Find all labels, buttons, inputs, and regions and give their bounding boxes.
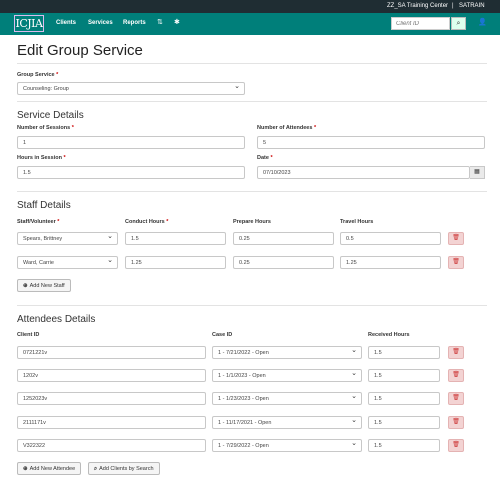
add-attendee-button[interactable]: ⊕ Add New Attendee [17, 462, 82, 475]
date-input[interactable]: 07/10/2023 [257, 166, 470, 179]
client-id-input[interactable]: 2111171v [17, 416, 206, 429]
page-title: Edit Group Service [17, 42, 143, 59]
add-staff-button[interactable]: ⊕ Add New Staff [17, 279, 71, 292]
add-clients-by-search-button[interactable]: ⌕ Add Clients by Search [88, 462, 160, 475]
user-icon[interactable]: 👤 [478, 18, 487, 26]
prepare-hours-input[interactable]: 0.25 [233, 256, 334, 269]
conduct-hours-header: Conduct Hours * [125, 219, 169, 225]
attendees-label: Number of Attendees * [257, 125, 317, 131]
hours-label: Hours in Session * [17, 155, 66, 161]
group-service-label: Group Service * [17, 72, 59, 78]
gear-icon[interactable]: ✱ [174, 18, 180, 26]
date-label: Date * [257, 155, 273, 161]
trash-icon[interactable]: 🗑 [448, 346, 464, 359]
trash-icon[interactable]: 🗑 [448, 369, 464, 382]
prepare-hours-header: Prepare Hours [233, 219, 271, 225]
travel-hours-input[interactable]: 0.5 [340, 232, 441, 245]
staff-details-heading: Staff Details [17, 200, 71, 211]
case-id-select[interactable]: 1 - 7/29/2022 - Open [212, 439, 362, 452]
divider [17, 191, 487, 192]
attendees-details-heading: Attendees Details [17, 314, 96, 325]
trash-icon[interactable]: 🗑 [448, 256, 464, 269]
search-icon[interactable]: ⌕ [451, 17, 466, 30]
group-service-select[interactable]: Counseling: Group [17, 82, 245, 95]
search-icon: ⌕ [94, 466, 98, 472]
divider [17, 63, 487, 64]
staff-column-header: Staff/Volunteer * [17, 219, 60, 225]
travel-hours-input[interactable]: 1.25 [340, 256, 441, 269]
top-bar: ZZ_SA Training Center | SATRAIN [0, 0, 500, 13]
trash-icon[interactable]: 🗑 [448, 232, 464, 245]
username: SATRAIN [459, 3, 485, 9]
client-id-input[interactable]: V322322 [17, 439, 206, 452]
conduct-hours-input[interactable]: 1.25 [125, 256, 226, 269]
plus-icon: ⊕ [23, 466, 28, 472]
case-id-header: Case ID [212, 332, 233, 338]
case-id-select[interactable]: 1 - 1/1/2023 - Open [212, 369, 362, 382]
calendar-icon[interactable]: ▦ [470, 166, 485, 179]
case-id-select[interactable]: 1 - 1/23/2023 - Open [212, 392, 362, 405]
case-id-select[interactable]: 1 - 7/21/2022 - Open [212, 346, 362, 359]
plus-icon: ⊕ [23, 283, 28, 289]
nav-services[interactable]: Services [88, 20, 113, 26]
staff-select[interactable]: Spears, Brittney [17, 232, 118, 245]
divider [17, 101, 487, 102]
received-hours-input[interactable]: 1.5 [368, 392, 440, 405]
client-id-input[interactable]: 1252023v [17, 392, 206, 405]
sort-icon[interactable]: ⇅ [157, 18, 163, 26]
organization-name: ZZ_SA Training Center [387, 3, 449, 9]
nav-reports[interactable]: Reports [123, 20, 146, 26]
trash-icon[interactable]: 🗑 [448, 416, 464, 429]
received-hours-input[interactable]: 1.5 [368, 439, 440, 452]
sessions-label: Number of Sessions * [17, 125, 74, 131]
logo[interactable]: ICJIA [14, 15, 44, 32]
received-hours-input[interactable]: 1.5 [368, 369, 440, 382]
staff-select[interactable]: Ward, Carrie [17, 256, 118, 269]
main-nav: ICJIA Clients Services Reports ⇅ ✱ ⌕ 👤 [0, 13, 500, 35]
client-id-header: Client ID [17, 332, 40, 338]
client-id-input[interactable]: 1202v [17, 369, 206, 382]
attendees-input[interactable]: 5 [257, 136, 485, 149]
conduct-hours-input[interactable]: 1.5 [125, 232, 226, 245]
trash-icon[interactable]: 🗑 [448, 392, 464, 405]
client-id-input[interactable]: 0721221v [17, 346, 206, 359]
sessions-input[interactable]: 1 [17, 136, 245, 149]
hours-input[interactable]: 1.5 [17, 166, 245, 179]
prepare-hours-input[interactable]: 0.25 [233, 232, 334, 245]
divider [17, 305, 487, 306]
service-details-heading: Service Details [17, 110, 84, 121]
topbar-separator: | [452, 3, 454, 9]
case-id-select[interactable]: 1 - 11/17/2021 - Open [212, 416, 362, 429]
received-hours-header: Received Hours [368, 332, 410, 338]
nav-clients[interactable]: Clients [56, 20, 76, 26]
trash-icon[interactable]: 🗑 [448, 439, 464, 452]
received-hours-input[interactable]: 1.5 [368, 346, 440, 359]
client-id-search-input[interactable] [391, 17, 450, 30]
travel-hours-header: Travel Hours [340, 219, 374, 225]
received-hours-input[interactable]: 1.5 [368, 416, 440, 429]
